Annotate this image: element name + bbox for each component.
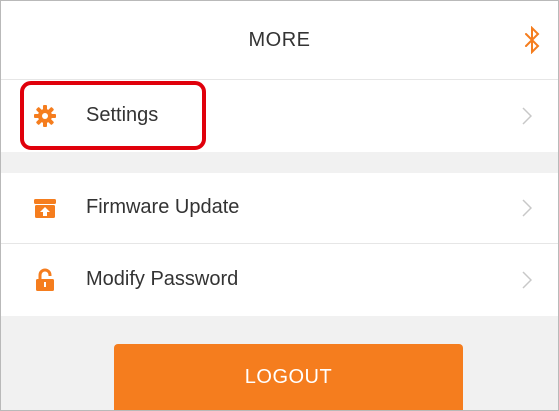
bluetooth-icon[interactable] — [524, 26, 540, 54]
menu-item-label: Modify Password — [86, 268, 239, 290]
firmware-update-icon — [34, 199, 56, 218]
more-screen: MORE Settings Firmware Update Modify Pas… — [0, 0, 559, 411]
lock-icon — [36, 268, 54, 291]
gear-icon — [34, 105, 56, 127]
menu-item-label: Settings — [86, 104, 159, 126]
menu-item-firmware-update[interactable]: Firmware Update — [1, 173, 558, 244]
page-title: MORE — [248, 29, 311, 51]
chevron-right-icon — [522, 107, 532, 125]
menu-item-modify-password[interactable]: Modify Password — [1, 244, 558, 316]
header-bar: MORE — [1, 1, 558, 80]
chevron-right-icon — [522, 271, 532, 289]
menu-item-settings[interactable]: Settings — [1, 80, 558, 152]
logout-button[interactable]: LOGOUT — [114, 344, 463, 410]
menu-item-label: Firmware Update — [86, 196, 240, 218]
chevron-right-icon — [522, 199, 532, 217]
